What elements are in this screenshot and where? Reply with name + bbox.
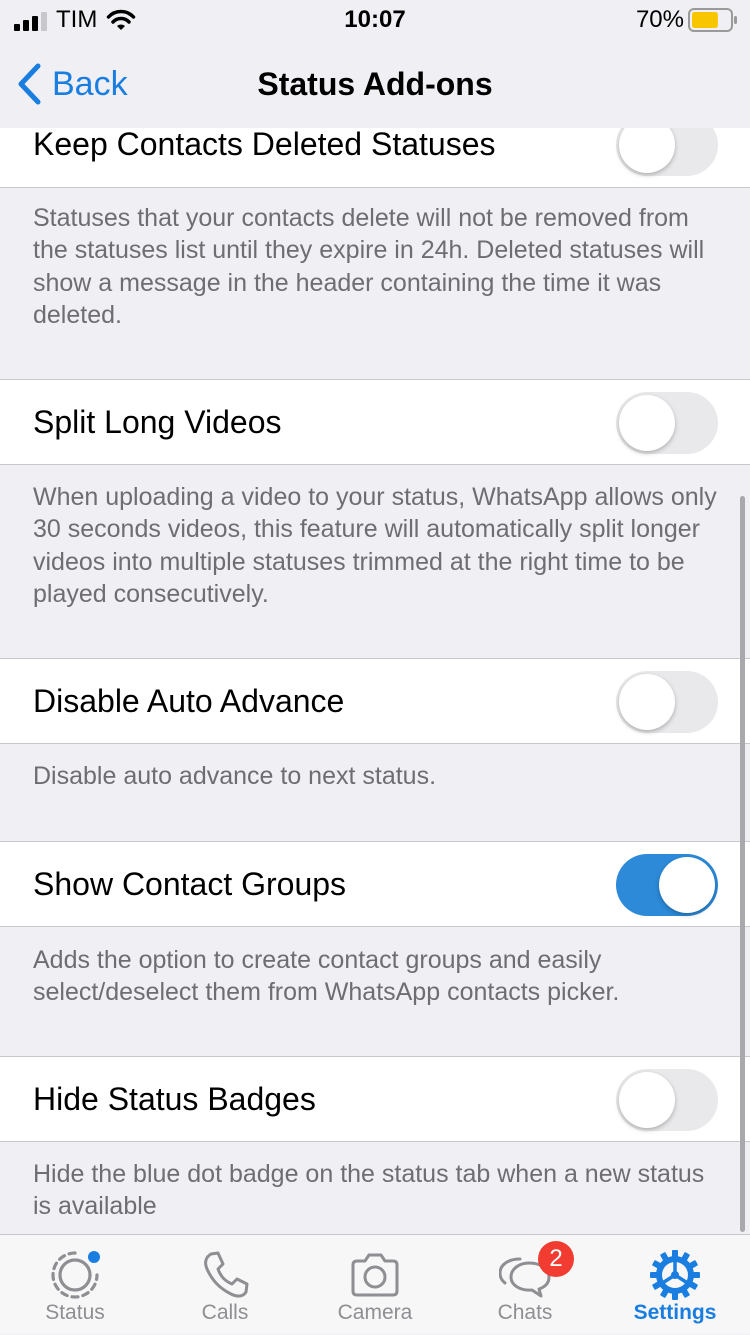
tab-camera[interactable]: Camera bbox=[300, 1235, 450, 1335]
tab-label: Chats bbox=[497, 1301, 553, 1324]
toggle-knob bbox=[659, 857, 715, 913]
split-long-videos-toggle[interactable] bbox=[616, 392, 718, 454]
setting-label: Split Long Videos bbox=[33, 404, 282, 440]
toggle-knob bbox=[619, 128, 675, 173]
setting-description: Disable auto advance to next status. bbox=[33, 762, 437, 790]
toggle-knob bbox=[619, 395, 675, 451]
setting-label: Keep Contacts Deleted Statuses bbox=[33, 128, 496, 162]
setting-row-show-contact-groups: Show Contact Groups bbox=[0, 841, 750, 927]
unread-badge: 2 bbox=[538, 1241, 574, 1277]
tab-chats[interactable]: 2 Chats bbox=[450, 1235, 600, 1335]
tab-label: Camera bbox=[337, 1301, 413, 1324]
scroll-indicator[interactable] bbox=[740, 496, 745, 1232]
setting-description: Adds the option to create contact groups… bbox=[33, 946, 620, 1007]
settings-list[interactable]: Keep Contacts Deleted Statuses Statuses … bbox=[0, 128, 750, 1234]
disable-auto-advance-toggle[interactable] bbox=[616, 671, 718, 733]
status-bar: TIM 10:07 70% bbox=[0, 0, 750, 40]
battery-icon bbox=[688, 8, 737, 32]
tab-label: Settings bbox=[633, 1301, 717, 1324]
phone-icon bbox=[204, 1251, 249, 1298]
toggle-knob bbox=[619, 1072, 675, 1128]
camera-icon bbox=[351, 1253, 399, 1297]
tab-status[interactable]: Status bbox=[0, 1235, 150, 1335]
status-icon bbox=[51, 1251, 100, 1299]
keep-deleted-statuses-toggle[interactable] bbox=[616, 128, 718, 176]
setting-description: When uploading a video to your status, W… bbox=[33, 483, 717, 609]
setting-label: Disable Auto Advance bbox=[33, 683, 345, 719]
tab-label: Calls bbox=[201, 1301, 249, 1324]
setting-row-disable-auto-advance: Disable Auto Advance bbox=[0, 658, 750, 744]
page-title: Status Add-ons bbox=[257, 66, 493, 102]
toggle-knob bbox=[619, 674, 675, 730]
hide-status-badges-toggle[interactable] bbox=[616, 1069, 718, 1131]
show-contact-groups-toggle[interactable] bbox=[616, 854, 718, 916]
tab-bar: Status Calls Camera 2 Chats Settings bbox=[0, 1234, 750, 1334]
navigation-bar: Back Status Add-ons bbox=[0, 40, 750, 128]
setting-description: Statuses that your contacts delete will … bbox=[33, 204, 705, 330]
setting-description: Hide the blue dot badge on the status ta… bbox=[33, 1160, 705, 1221]
tab-label: Status bbox=[45, 1301, 105, 1324]
setting-row-hide-status-badges: Hide Status Badges bbox=[0, 1056, 750, 1142]
tab-calls[interactable]: Calls bbox=[150, 1235, 300, 1335]
gear-icon bbox=[650, 1250, 700, 1300]
tab-settings[interactable]: Settings bbox=[600, 1235, 750, 1335]
battery-percentage: 70% bbox=[635, 6, 684, 33]
setting-row-split-long-videos: Split Long Videos bbox=[0, 379, 750, 465]
setting-label: Hide Status Badges bbox=[33, 1081, 316, 1117]
setting-label: Show Contact Groups bbox=[33, 866, 347, 902]
setting-row-keep-deleted-statuses: Keep Contacts Deleted Statuses bbox=[0, 128, 750, 188]
